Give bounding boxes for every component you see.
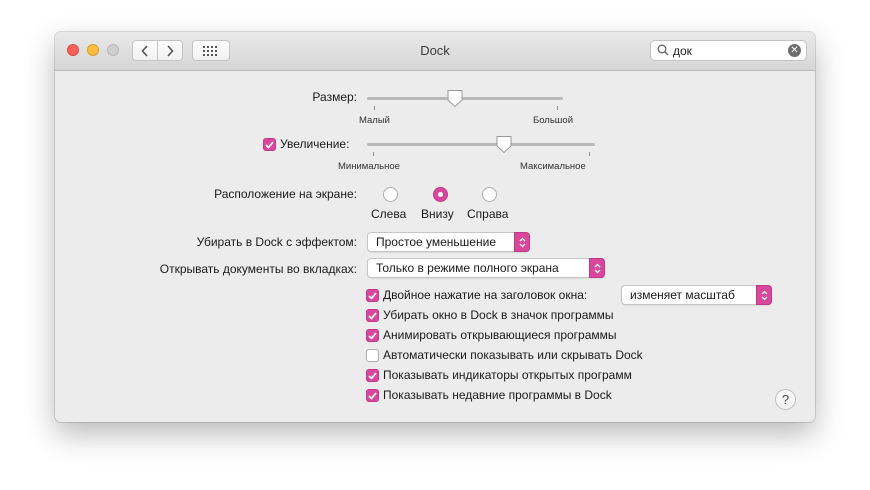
size-label: Размер: xyxy=(312,90,357,104)
show-recent-apps-label: Показывать недавние программы в Dock xyxy=(383,388,612,402)
magnification-tick-min xyxy=(373,152,374,156)
checkmark-icon xyxy=(265,140,274,149)
checkmark-icon xyxy=(368,291,377,300)
position-left-label: Слева xyxy=(371,207,407,221)
title-bar: Dock док ✕ xyxy=(55,32,815,71)
autohide-dock-checkbox[interactable] xyxy=(366,349,379,362)
tabs-value: Только в режиме полного экрана xyxy=(376,261,559,275)
magnification-tick-max xyxy=(589,152,590,156)
search-icon xyxy=(657,44,669,56)
size-tick-max xyxy=(557,106,558,110)
tabs-label: Открывать документы во вкладках: xyxy=(159,262,357,276)
magnification-max-label: Максимальное xyxy=(520,161,586,172)
search-field[interactable]: док ✕ xyxy=(650,40,807,61)
size-max-label: Большой xyxy=(533,115,574,126)
show-recent-apps-checkbox[interactable] xyxy=(366,389,379,402)
magnification-label: Увеличение: xyxy=(280,137,350,151)
show-indicators-label: Показывать индикаторы открытых программ xyxy=(383,368,632,382)
magnification-min-label: Минимальное xyxy=(338,161,400,172)
autohide-dock-label: Автоматически показывать или скрывать Do… xyxy=(383,348,643,362)
checkmark-icon xyxy=(368,311,377,320)
minimize-effect-value: Простое уменьшение xyxy=(376,235,496,249)
minimize-to-app-icon-label: Убирать окно в Dock в значок программы xyxy=(383,308,614,322)
minimize-effect-popup[interactable]: Простое уменьшение xyxy=(367,232,530,252)
tabs-popup[interactable]: Только в режиме полного экрана xyxy=(367,258,605,278)
position-bottom-label: Внизу xyxy=(421,207,454,221)
preferences-window: Dock док ✕ Размер: Малый Большой Увеличе… xyxy=(55,32,815,422)
position-label: Расположение на экране: xyxy=(214,187,357,201)
double-click-popup[interactable]: изменяет масштаб xyxy=(621,285,772,305)
double-click-value: изменяет масштаб xyxy=(630,288,735,302)
minimize-to-app-icon-checkbox[interactable] xyxy=(366,309,379,322)
magnification-slider-thumb[interactable] xyxy=(495,135,513,154)
double-click-label: Двойное нажатие на заголовок окна: xyxy=(383,288,588,302)
animate-opening-apps-checkbox[interactable] xyxy=(366,329,379,342)
checkmark-icon xyxy=(368,331,377,340)
checkmark-icon xyxy=(368,391,377,400)
minimize-effect-label: Убирать в Dock с эффектом: xyxy=(196,235,357,249)
position-right-label: Справа xyxy=(467,207,509,221)
double-click-checkbox[interactable] xyxy=(366,289,379,302)
size-slider-track[interactable] xyxy=(367,97,563,100)
magnification-slider-track[interactable] xyxy=(367,143,595,146)
checkmark-icon xyxy=(368,371,377,380)
help-button[interactable]: ? xyxy=(775,389,796,410)
position-bottom-radio[interactable] xyxy=(433,187,448,202)
magnification-checkbox[interactable] xyxy=(263,138,276,151)
animate-opening-apps-label: Анимировать открывающиеся программы xyxy=(383,328,617,342)
clear-search-icon[interactable]: ✕ xyxy=(788,44,801,57)
search-input[interactable]: док xyxy=(673,44,692,58)
position-right-radio[interactable] xyxy=(482,187,497,202)
position-left-radio[interactable] xyxy=(383,187,398,202)
popup-arrows-icon xyxy=(514,232,530,252)
show-indicators-checkbox[interactable] xyxy=(366,369,379,382)
size-min-label: Малый xyxy=(359,115,390,126)
popup-arrows-icon xyxy=(756,285,772,305)
popup-arrows-icon xyxy=(589,258,605,278)
size-slider-thumb[interactable] xyxy=(446,89,464,108)
size-tick-min xyxy=(374,106,375,110)
